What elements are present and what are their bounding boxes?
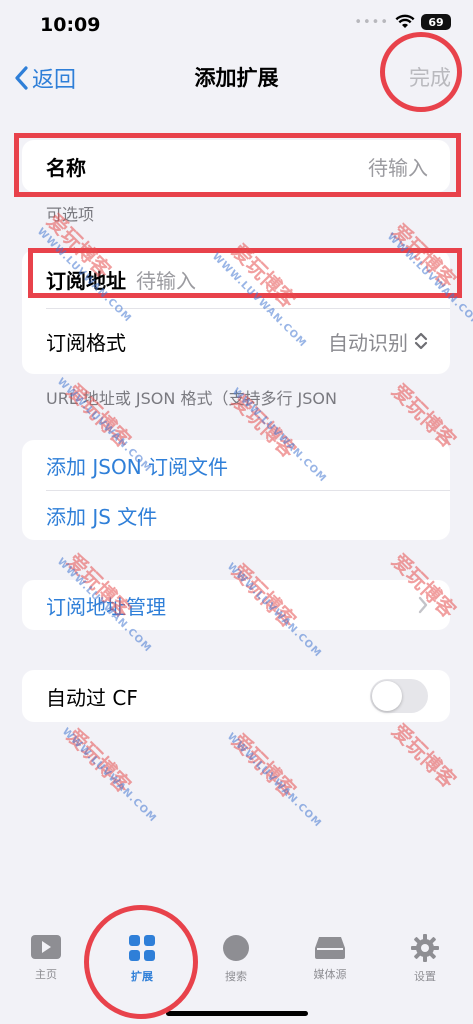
battery-indicator: 69	[421, 14, 451, 30]
watermark-text: 爱玩博客	[227, 728, 301, 803]
add-json-row[interactable]: 添加 JSON 订阅文件	[22, 440, 450, 490]
subscription-format-row[interactable]: 订阅格式 自动识别	[22, 308, 450, 374]
tab-bar: 主页 扩展 搜索 媒体源 设置	[0, 914, 473, 1024]
watermark-url: WWW.LUVWAN.COM	[224, 731, 324, 830]
auto-cf-card: 自动过 CF	[22, 670, 450, 722]
name-annotation-box	[14, 133, 461, 197]
gear-icon	[411, 934, 439, 962]
subscription-format-value[interactable]: 自动识别	[328, 327, 408, 356]
tab-search[interactable]: 搜索	[196, 934, 276, 984]
manage-row[interactable]: 订阅地址管理	[22, 580, 450, 630]
auto-cf-row: 自动过 CF	[22, 670, 450, 722]
play-icon	[31, 935, 61, 959]
wifi-icon	[395, 14, 415, 28]
watermark-url: WWW.LUVWAN.COM	[59, 726, 159, 825]
manage-card: 订阅地址管理	[22, 580, 450, 630]
format-note: URL 地址或 JSON 格式（支持多行 JSON	[46, 389, 337, 408]
subscription-url-annotation-box	[28, 248, 462, 298]
tab-home-label: 主页	[35, 968, 57, 981]
status-time: 10:09	[40, 14, 101, 36]
done-annotation-circle	[380, 32, 462, 112]
drive-icon	[315, 937, 345, 959]
tab-settings[interactable]: 设置	[385, 934, 465, 984]
signal-icon: ••••	[354, 14, 389, 30]
tab-home[interactable]: 主页	[6, 934, 86, 982]
home-indicator	[166, 1011, 308, 1016]
tab-settings-label: 设置	[414, 970, 436, 983]
watermark-text: 爱玩博客	[387, 718, 461, 793]
add-json-link[interactable]: 添加 JSON 订阅文件	[46, 451, 228, 480]
subscription-format-label: 订阅格式	[46, 330, 126, 355]
add-js-row[interactable]: 添加 JS 文件	[22, 490, 450, 540]
name-note: 可选项	[46, 205, 95, 224]
auto-cf-toggle[interactable]	[370, 679, 428, 713]
tab-media-sources-label: 媒体源	[313, 968, 347, 981]
tab-search-label: 搜索	[225, 970, 247, 983]
add-js-link[interactable]: 添加 JS 文件	[46, 501, 157, 530]
chevron-right-icon	[418, 596, 428, 614]
chevron-up-down-icon	[414, 332, 428, 350]
extensions-tab-annotation-circle	[84, 905, 198, 1019]
manage-link[interactable]: 订阅地址管理	[46, 591, 166, 620]
tab-media-sources[interactable]: 媒体源	[290, 934, 370, 982]
status-icons: •••• 69	[354, 14, 451, 30]
add-actions-card: 添加 JSON 订阅文件 添加 JS 文件	[22, 440, 450, 540]
auto-cf-label: 自动过 CF	[46, 685, 138, 710]
watermark-text: 爱玩博客	[62, 723, 136, 798]
circle-icon	[223, 935, 249, 961]
